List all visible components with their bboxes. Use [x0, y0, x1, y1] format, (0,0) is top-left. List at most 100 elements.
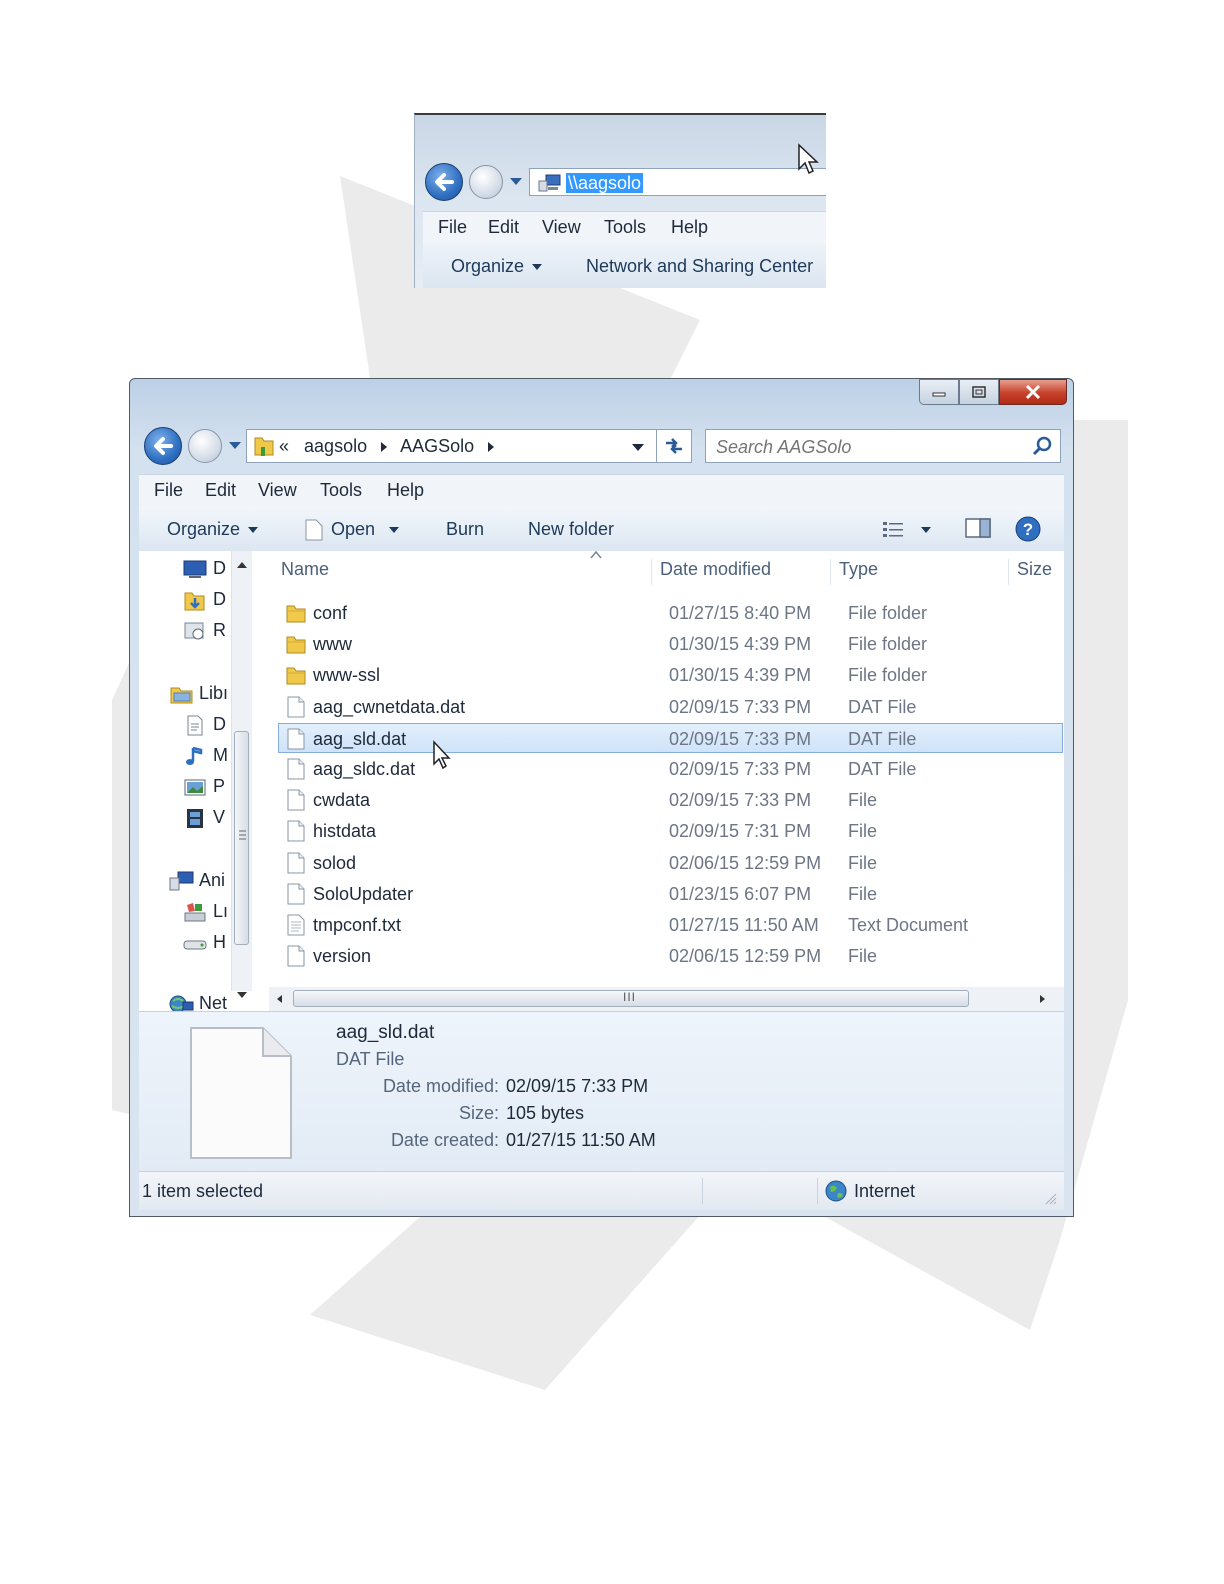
drive-icon — [183, 940, 207, 950]
address-text-selected[interactable]: \\aagsolo — [566, 173, 644, 193]
nav-item-local-disk[interactable]: Lı — [183, 899, 228, 923]
column-divider[interactable] — [830, 559, 831, 585]
forward-button[interactable] — [188, 429, 222, 463]
horizontal-scroll-thumb[interactable]: III — [293, 990, 969, 1007]
nav-item-recent[interactable]: R — [183, 618, 226, 642]
breadcrumb-item-aagsolo[interactable]: aagsolo — [304, 436, 367, 456]
column-header-date-modified[interactable]: Date modified — [660, 559, 771, 580]
back-button[interactable] — [144, 427, 182, 465]
recent-pages-dropdown-icon[interactable] — [228, 441, 242, 451]
burn-button[interactable]: Burn — [446, 517, 484, 541]
file-row[interactable]: solod 02/06/15 12:59 PM File — [279, 848, 1064, 878]
file-row[interactable]: aag_sldc.dat 02/09/15 7:33 PM DAT File — [279, 754, 1064, 784]
nav-item-libraries[interactable]: Libı — [169, 681, 228, 705]
maximize-button[interactable] — [959, 379, 999, 405]
nav-pane-scroll-thumb[interactable] — [234, 731, 249, 945]
refresh-button[interactable] — [656, 429, 692, 463]
nav-item-videos[interactable]: V — [183, 805, 225, 829]
scroll-grip-icon — [239, 830, 246, 840]
mouse-cursor-icon — [433, 740, 451, 770]
column-header-size[interactable]: Size — [1017, 559, 1052, 580]
menu-view[interactable]: View — [542, 212, 581, 242]
file-row[interactable]: aag_sld.dat 02/09/15 7:33 PM DAT File — [278, 722, 1063, 753]
file-row[interactable]: conf 01/27/15 8:40 PM File folder — [279, 598, 1064, 628]
file-row[interactable]: tmpconf.txt 01/27/15 11:50 AM Text Documen… — [279, 910, 1064, 940]
organize-button[interactable]: Organize — [167, 517, 259, 541]
breadcrumb-chevron-icon[interactable] — [378, 441, 390, 453]
chevron-down-icon — [248, 527, 259, 534]
menu-view[interactable]: View — [258, 475, 297, 505]
nav-item-downloads[interactable]: D — [183, 587, 226, 611]
column-header-name[interactable]: Name — [281, 559, 329, 580]
back-button[interactable] — [425, 163, 463, 201]
file-list-horizontal-scrollbar[interactable]: III — [269, 987, 1064, 1011]
menu-edit[interactable]: Edit — [205, 475, 236, 505]
file-name: aag_sld.dat — [313, 728, 407, 749]
file-row[interactable]: www-ssl 01/30/15 4:39 PM File folder — [279, 660, 1064, 690]
column-divider[interactable] — [651, 559, 652, 585]
file-row[interactable]: histdata 02/09/15 7:31 PM File — [279, 816, 1064, 846]
nav-item-pictures[interactable]: P — [183, 774, 225, 798]
nav-pane-scrollbar[interactable] — [231, 551, 252, 998]
search-icon[interactable] — [1032, 436, 1052, 456]
file-type: File folder — [848, 665, 928, 686]
open-button[interactable]: Open — [305, 517, 400, 541]
file-name: SoloUpdater — [313, 883, 414, 904]
back-arrow-icon — [154, 437, 173, 455]
menu-tools[interactable]: Tools — [320, 475, 362, 505]
breadcrumb-overflow[interactable]: « — [279, 436, 289, 456]
mouse-cursor-icon — [798, 143, 819, 175]
address-input[interactable]: \\aagsolo — [529, 168, 826, 196]
nav-item-network[interactable]: Net — [169, 991, 227, 1011]
file-date-modified: 02/09/15 7:33 PM — [669, 728, 812, 749]
scroll-left-arrow-icon[interactable] — [273, 992, 287, 1006]
change-view-button[interactable] — [881, 517, 931, 541]
column-divider[interactable] — [1008, 559, 1009, 585]
recent-pages-dropdown-icon[interactable] — [509, 177, 523, 187]
preview-pane-button[interactable] — [965, 517, 991, 545]
nav-item-computer[interactable]: Ani — [169, 868, 225, 892]
details-date-created-value: 01/27/15 11:50 AM — [506, 1130, 656, 1150]
nav-item-music[interactable]: M — [183, 743, 228, 767]
breadcrumb-item-aagsolo-folder[interactable]: AAGSolo — [400, 436, 474, 456]
menu-file[interactable]: File — [438, 212, 467, 242]
resize-grip-icon[interactable] — [1044, 1192, 1058, 1206]
nav-label: P — [213, 776, 226, 796]
network-sharing-center-button[interactable]: Network and Sharing Center — [586, 254, 813, 278]
network-folder-icon — [254, 437, 274, 456]
file-row[interactable]: SoloUpdater 01/23/15 6:07 PM File — [279, 879, 1064, 909]
file-row[interactable]: www 01/30/15 4:39 PM File folder — [279, 629, 1064, 659]
file-date-modified: 02/06/15 12:59 PM — [669, 946, 822, 967]
file-row[interactable]: cwdata 02/09/15 7:33 PM File — [279, 785, 1064, 815]
forward-button[interactable] — [469, 165, 503, 199]
file-name: www-ssl — [313, 665, 380, 686]
column-header-type[interactable]: Type — [839, 559, 878, 580]
breadcrumb-chevron-icon[interactable] — [485, 441, 497, 453]
help-button[interactable]: ? — [1015, 516, 1041, 548]
file-icon — [285, 789, 307, 816]
search-input[interactable] — [714, 434, 1018, 460]
address-dropdown-icon[interactable] — [631, 443, 645, 453]
file-name: tmpconf.txt — [313, 915, 402, 935]
nav-item-drive[interactable]: H — [183, 930, 226, 954]
minimize-button[interactable] — [919, 379, 959, 405]
new-folder-button[interactable]: New folder — [528, 517, 614, 541]
menu-file[interactable]: File — [154, 475, 183, 505]
nav-item-documents[interactable]: D — [183, 712, 226, 736]
menu-help[interactable]: Help — [387, 475, 424, 505]
details-file-name: aag_sld.dat — [336, 1022, 435, 1043]
menu-tools[interactable]: Tools — [604, 212, 646, 242]
file-row[interactable]: aag_cwnetdata.dat 02/09/15 7:33 PM DAT Fil… — [279, 692, 1064, 722]
scroll-down-arrow-icon[interactable] — [233, 989, 251, 1001]
organize-button[interactable]: Organize — [451, 254, 543, 278]
address-bar[interactable]: « aagsolo AAGSolo — [246, 429, 692, 463]
nav-item-desktop[interactable]: D — [183, 556, 226, 580]
menu-help[interactable]: Help — [671, 212, 708, 242]
scroll-up-arrow-icon[interactable] — [233, 559, 251, 571]
menu-edit[interactable]: Edit — [488, 212, 519, 242]
status-divider — [702, 1178, 703, 1204]
status-divider — [817, 1178, 818, 1204]
close-button[interactable] — [999, 379, 1067, 405]
file-row[interactable]: version 02/06/15 12:59 PM File — [279, 941, 1064, 971]
scroll-right-arrow-icon[interactable] — [1035, 992, 1049, 1006]
